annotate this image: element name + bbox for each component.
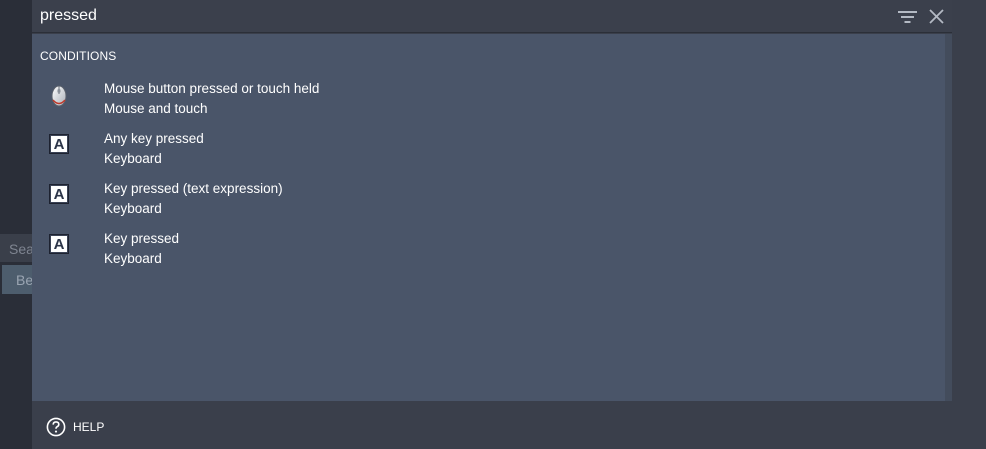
item-subtitle: Keyboard — [104, 151, 162, 166]
popup-footer: HELP — [32, 401, 986, 449]
filter-icon[interactable] — [898, 9, 917, 25]
list-scrollbar[interactable] — [945, 34, 952, 401]
keyboard-icon: A — [49, 184, 69, 204]
help-icon — [46, 417, 66, 437]
section-header-conditions: CONDITIONS — [40, 49, 117, 63]
search-bar — [32, 0, 952, 33]
help-button[interactable]: HELP — [46, 415, 104, 439]
item-subtitle: Keyboard — [104, 201, 162, 216]
item-subtitle: Keyboard — [104, 251, 162, 266]
item-title: Any key pressed — [104, 131, 204, 146]
list-item-key-pressed[interactable]: A Key pressed Keyboard — [32, 225, 945, 273]
help-label: HELP — [73, 420, 105, 434]
conditions-list: CONDITIONS Mouse button pressed or touch… — [32, 34, 945, 401]
keyboard-icon: A — [49, 134, 69, 154]
list-item-mouse-button-pressed[interactable]: Mouse button pressed or touch held Mouse… — [32, 75, 945, 123]
add-condition-popup: CONDITIONS Mouse button pressed or touch… — [32, 0, 986, 449]
list-item-key-pressed-text-expression[interactable]: A Key pressed (text expression) Keyboard — [32, 175, 945, 223]
close-icon[interactable] — [929, 9, 944, 24]
item-title: Mouse button pressed or touch held — [104, 81, 320, 96]
mouse-icon — [51, 85, 67, 107]
item-title: Key pressed — [104, 231, 180, 246]
item-title: Key pressed (text expression) — [104, 181, 283, 196]
item-subtitle: Mouse and touch — [104, 101, 208, 116]
keyboard-icon: A — [49, 234, 69, 254]
list-item-any-key-pressed[interactable]: A Any key pressed Keyboard — [32, 125, 945, 173]
search-input[interactable] — [32, 1, 872, 31]
